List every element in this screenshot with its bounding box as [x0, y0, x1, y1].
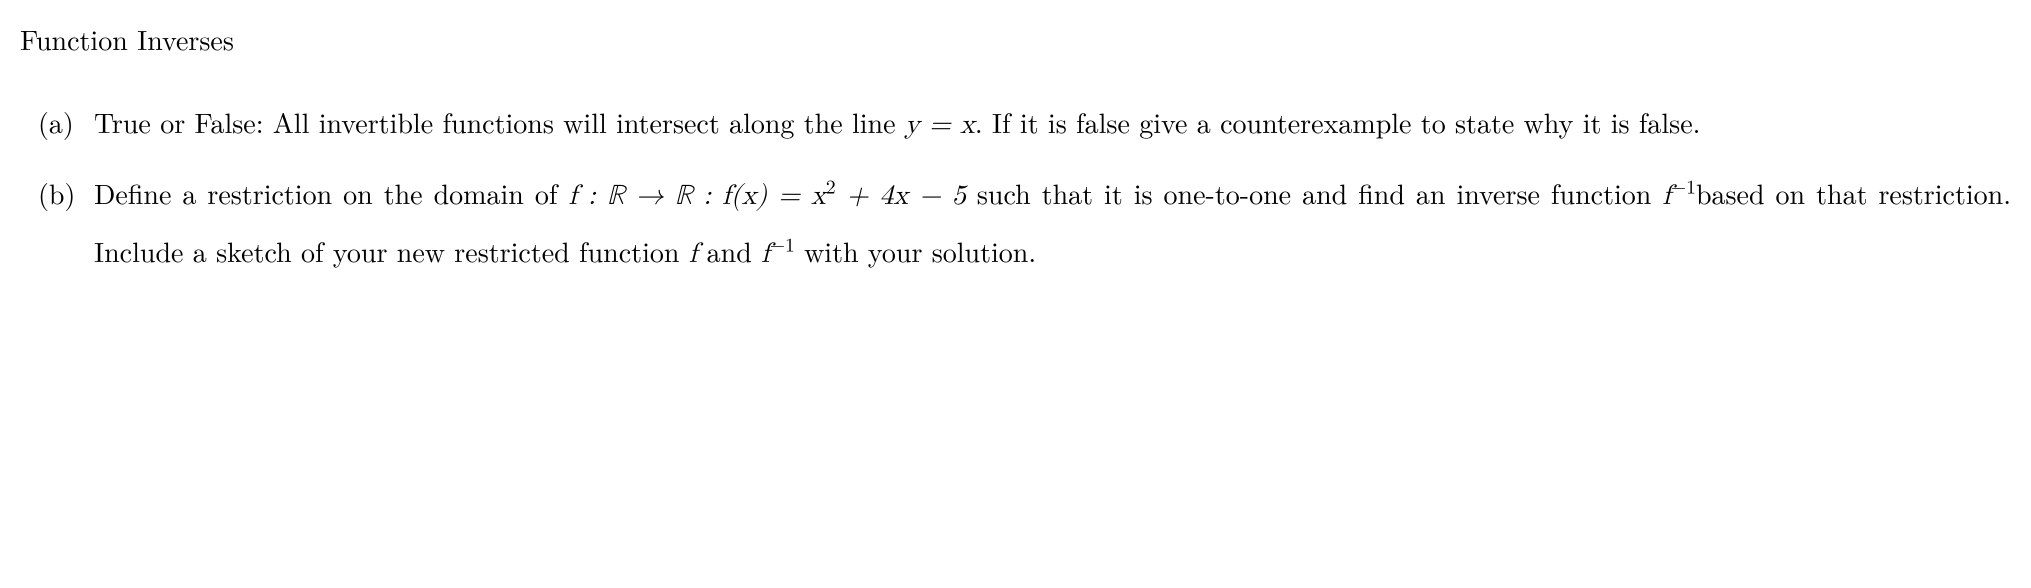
problem-b: (b) Define a restriction on the domain o… — [38, 166, 2011, 281]
problem-a: (a) True or False: All invertible functi… — [38, 95, 2011, 153]
problem-a-pre: True or False: All invertible functions … — [94, 102, 905, 142]
problem-list: (a) True or False: All invertible functi… — [20, 95, 2011, 282]
problem-a-eq: y = x — [905, 111, 975, 139]
problem-a-text: True or False: All invertible functions … — [94, 95, 2011, 153]
problem-b-and: and — [697, 231, 761, 271]
problem-a-post: . If it is false give a counterexample t… — [975, 102, 1701, 142]
problem-a-label: (a) — [38, 95, 94, 153]
problem-b-post: with your solution. — [795, 231, 1036, 271]
problem-b-finv: f−1 — [1662, 182, 1696, 210]
problem-b-finv2: f−1 — [761, 240, 795, 268]
problem-b-mid1: such that it is one-to-one and find an i… — [966, 173, 1662, 213]
section-title: Function Inverses — [20, 12, 2011, 67]
problem-b-pre: Define a restriction on the domain of — [94, 173, 568, 213]
problem-b-label: (b) — [38, 166, 94, 281]
problem-b-text: Define a restriction on the domain of f … — [94, 166, 2011, 281]
problem-b-func: f : ℝ → ℝ : f(x) = x2 + 4x − 5 — [568, 182, 965, 210]
